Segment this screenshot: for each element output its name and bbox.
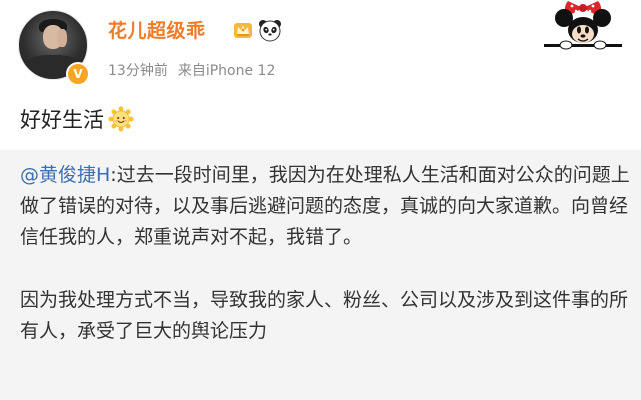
minnie-mouse-sticker xyxy=(544,1,622,50)
weibo-post: V 花儿超级乖 13分钟前 来自iPhone 12 好好生活 @黄俊捷H:过去一… xyxy=(0,0,641,400)
post-time[interactable]: 13分钟前 xyxy=(108,63,168,79)
post-text-content: 好好生活 xyxy=(20,108,104,132)
repost-paragraph-1: @黄俊捷H:过去一段时间里，我因为在处理私人生活和面对公众的问题上做了错误的对待… xyxy=(20,160,630,253)
sun-emoji-icon xyxy=(108,106,134,132)
repost-paragraph-2: 因为我处理方式不当，导致我的家人、粉丝、公司以及涉及到这件事的所有人，承受了巨大… xyxy=(20,289,629,342)
repost-body: @黄俊捷H:过去一段时间里，我因为在处理私人生活和面对公众的问题上做了错误的对待… xyxy=(20,160,630,347)
crown-icon[interactable] xyxy=(232,19,254,41)
username[interactable]: 花儿超级乖 xyxy=(108,16,206,43)
post-text: 好好生活 xyxy=(20,104,134,134)
avatar-hand xyxy=(57,29,67,47)
user-badges xyxy=(232,18,282,42)
panda-icon xyxy=(259,20,281,42)
repost-box[interactable]: @黄俊捷H:过去一段时间里，我因为在处理私人生活和面对公众的问题上做了错误的对待… xyxy=(0,150,641,400)
repost-text-1: :过去一段时间里，我因为在处理私人生活和面对公众的问题上做了错误的对待，以及事后… xyxy=(20,164,630,248)
mention-link[interactable]: @黄俊捷H xyxy=(20,164,110,186)
post-source: 来自iPhone 12 xyxy=(177,63,276,79)
verified-badge-icon: V xyxy=(66,62,90,86)
text-fade-overlay xyxy=(420,364,641,400)
post-meta: 13分钟前 来自iPhone 12 xyxy=(108,60,275,80)
